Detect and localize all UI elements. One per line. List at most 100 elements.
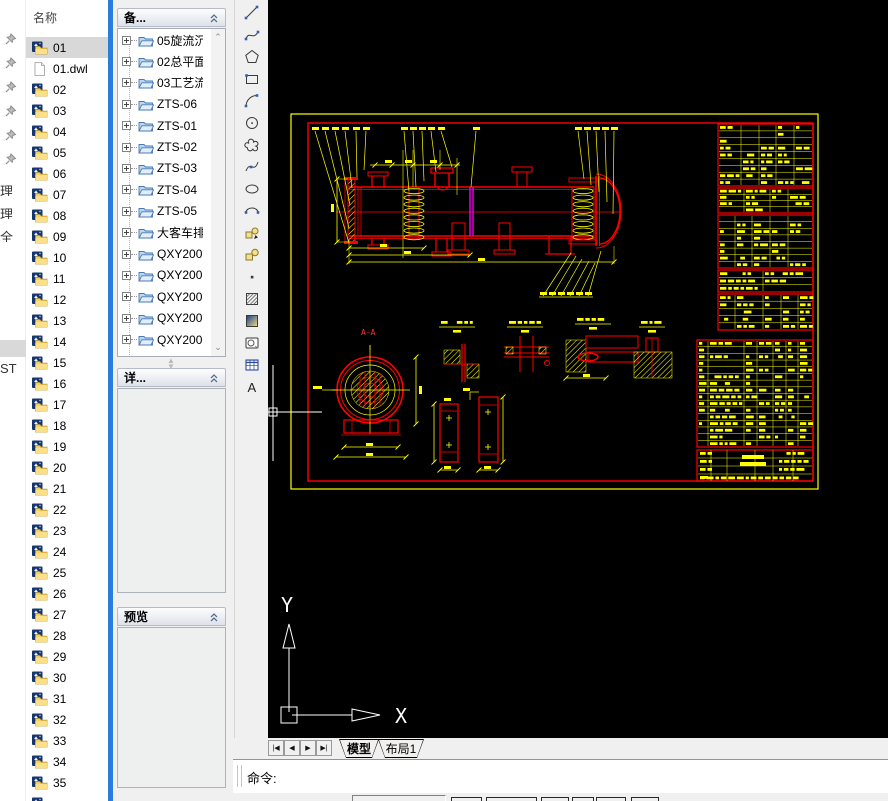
expand-plus-icon[interactable] <box>122 271 131 280</box>
file-list-item[interactable]: 30 <box>26 667 108 688</box>
tool-polyline-button[interactable] <box>239 24 265 45</box>
file-list-item[interactable]: 02 <box>26 79 108 100</box>
file-list-item[interactable]: 25 <box>26 562 108 583</box>
file-list-item[interactable]: 03 <box>26 100 108 121</box>
tool-circle-button[interactable] <box>239 112 265 133</box>
panel-header-tree[interactable]: 备... <box>117 8 226 27</box>
expand-plus-icon[interactable] <box>122 207 131 216</box>
file-list-item[interactable]: 16 <box>26 373 108 394</box>
tree-item[interactable]: QXY200 <box>122 265 203 285</box>
file-list-item[interactable]: 01 <box>26 37 108 58</box>
file-list-item[interactable]: 05 <box>26 142 108 163</box>
file-list-name-header[interactable]: 名称 <box>33 9 57 26</box>
expand-plus-icon[interactable] <box>122 36 131 45</box>
collapse-chevron-icon[interactable] <box>209 612 219 622</box>
tool-mtext-button[interactable]: A <box>239 376 265 397</box>
tree-item[interactable]: ZTS-06 <box>122 94 203 114</box>
expand-plus-icon[interactable] <box>122 292 131 301</box>
expand-plus-icon[interactable] <box>122 250 131 259</box>
file-list-item[interactable]: 08 <box>26 205 108 226</box>
tree-item[interactable]: QXY200 <box>122 244 203 264</box>
tool-ellipse-button[interactable] <box>239 178 265 199</box>
file-list-item[interactable]: 26 <box>26 583 108 604</box>
expand-plus-icon[interactable] <box>122 185 131 194</box>
file-list-item-partial[interactable] <box>26 793 108 801</box>
command-grip[interactable] <box>237 765 242 787</box>
tree-item[interactable]: ZTS-05 <box>122 201 203 221</box>
tool-region-button[interactable] <box>239 332 265 353</box>
tool-gradient-button[interactable] <box>239 310 265 331</box>
tree-item[interactable]: ZTS-01 <box>122 116 203 136</box>
tree-scrollbar[interactable]: ⌃ ⌄ <box>211 29 225 356</box>
tree-item[interactable]: ZTS-03 <box>122 158 203 178</box>
status-toggle-button[interactable] <box>541 797 569 801</box>
file-list-item[interactable]: 23 <box>26 520 108 541</box>
file-list-item[interactable]: 06 <box>26 163 108 184</box>
pinned-item[interactable] <box>3 128 18 143</box>
expand-plus-icon[interactable] <box>122 164 131 173</box>
tool-hatch-button[interactable] <box>239 288 265 309</box>
tool-line-button[interactable] <box>239 2 265 23</box>
file-list-item[interactable]: 04 <box>26 121 108 142</box>
collapse-chevron-icon[interactable] <box>209 373 219 383</box>
favorites-link[interactable]: 理 <box>0 204 15 219</box>
tree-item[interactable]: 03工艺流 <box>122 73 203 93</box>
tab-layout1[interactable]: 布局1 <box>378 739 424 758</box>
file-list-item[interactable]: 18 <box>26 415 108 436</box>
file-list-item[interactable]: 07 <box>26 184 108 205</box>
expand-plus-icon[interactable] <box>122 228 131 237</box>
tool-insert-block-button[interactable] <box>239 222 265 243</box>
favorites-link[interactable]: ST <box>0 361 20 376</box>
file-list-item[interactable]: 22 <box>26 499 108 520</box>
tree-item[interactable]: 大客车排 <box>122 223 203 243</box>
file-list-item[interactable]: 32 <box>26 709 108 730</box>
tool-arc-button[interactable] <box>239 90 265 111</box>
tool-point-button[interactable] <box>239 266 265 287</box>
scroll-up-icon[interactable]: ⌃ <box>212 31 224 43</box>
layout-nav-button[interactable]: |◀ <box>268 740 284 756</box>
file-list-item[interactable]: 24 <box>26 541 108 562</box>
status-toggle-button[interactable] <box>486 797 537 801</box>
drawing-svg[interactable]: A-AYX <box>268 0 888 738</box>
tree-item[interactable]: QXY200 <box>122 287 203 307</box>
file-list-item[interactable]: 27 <box>26 604 108 625</box>
file-list-item[interactable]: 21 <box>26 478 108 499</box>
pinned-item[interactable] <box>3 152 18 167</box>
tree-item[interactable]: ZTS-04 <box>122 180 203 200</box>
file-list-item[interactable]: 12 <box>26 289 108 310</box>
file-list-item[interactable]: 29 <box>26 646 108 667</box>
expand-plus-icon[interactable] <box>122 314 131 323</box>
file-list-item[interactable]: 31 <box>26 688 108 709</box>
command-window[interactable]: 命令: <box>233 759 888 792</box>
file-list-item[interactable]: 15 <box>26 352 108 373</box>
status-toggle-button[interactable] <box>631 797 659 801</box>
expand-plus-icon[interactable] <box>122 357 131 358</box>
status-toggle-button[interactable] <box>451 797 482 801</box>
file-list-item[interactable]: 19 <box>26 436 108 457</box>
panel-header-preview[interactable]: 预览 <box>117 607 226 626</box>
tab-model[interactable]: 模型 <box>339 739 379 758</box>
tool-table-button[interactable] <box>239 354 265 375</box>
scroll-down-icon[interactable]: ⌄ <box>212 341 224 353</box>
tree-item[interactable]: QXY200 <box>122 351 203 357</box>
expand-plus-icon[interactable] <box>122 143 131 152</box>
panel-header-details[interactable]: 详... <box>117 368 226 387</box>
file-list-item[interactable]: 28 <box>26 625 108 646</box>
tool-polygon-button[interactable] <box>239 46 265 67</box>
file-list-item[interactable]: 20 <box>26 457 108 478</box>
tool-revcloud-button[interactable] <box>239 134 265 155</box>
layout-nav-button[interactable]: ◀ <box>284 740 300 756</box>
tree-item[interactable]: ZTS-02 <box>122 137 203 157</box>
layout-nav-button[interactable]: ▶ <box>300 740 316 756</box>
tree-item[interactable]: 05旋流沉 <box>122 30 203 50</box>
expand-plus-icon[interactable] <box>122 57 131 66</box>
file-list-item[interactable]: 01.dwl <box>26 58 108 79</box>
file-list-item[interactable]: 34 <box>26 751 108 772</box>
file-list-item[interactable]: 10 <box>26 247 108 268</box>
favorites-selected-band[interactable] <box>0 340 26 357</box>
file-list-item[interactable]: 17 <box>26 394 108 415</box>
pinned-item[interactable] <box>3 56 18 71</box>
expand-plus-icon[interactable] <box>122 121 131 130</box>
pinned-item[interactable] <box>3 32 18 47</box>
expand-plus-icon[interactable] <box>122 100 131 109</box>
